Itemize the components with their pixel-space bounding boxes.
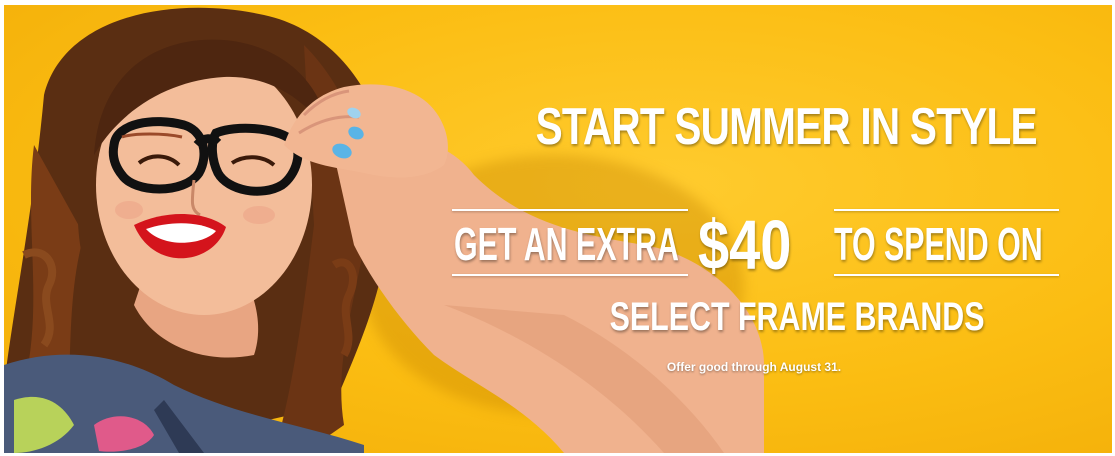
offer-amount: $40 <box>698 206 792 284</box>
promo-banner[interactable]: START SUMMER IN STYLE GET AN EXTRA $40 T… <box>4 5 1112 453</box>
headline: START SUMMER IN STYLE <box>535 98 1038 156</box>
offer-rule-bottom-right <box>834 274 1059 276</box>
subheadline: SELECT FRAME BRANDS <box>609 295 985 339</box>
offer-rule-top-right <box>834 209 1059 211</box>
offer-rule-top-left <box>452 209 688 211</box>
fine-print: Offer good through August 31. <box>666 360 842 374</box>
offer-line: GET AN EXTRA $40 TO SPEND ON <box>444 201 1064 284</box>
offer-suffix: TO SPEND ON <box>834 218 1043 270</box>
offer-prefix: GET AN EXTRA <box>454 218 679 270</box>
offer-rule-bottom-left <box>452 274 688 276</box>
